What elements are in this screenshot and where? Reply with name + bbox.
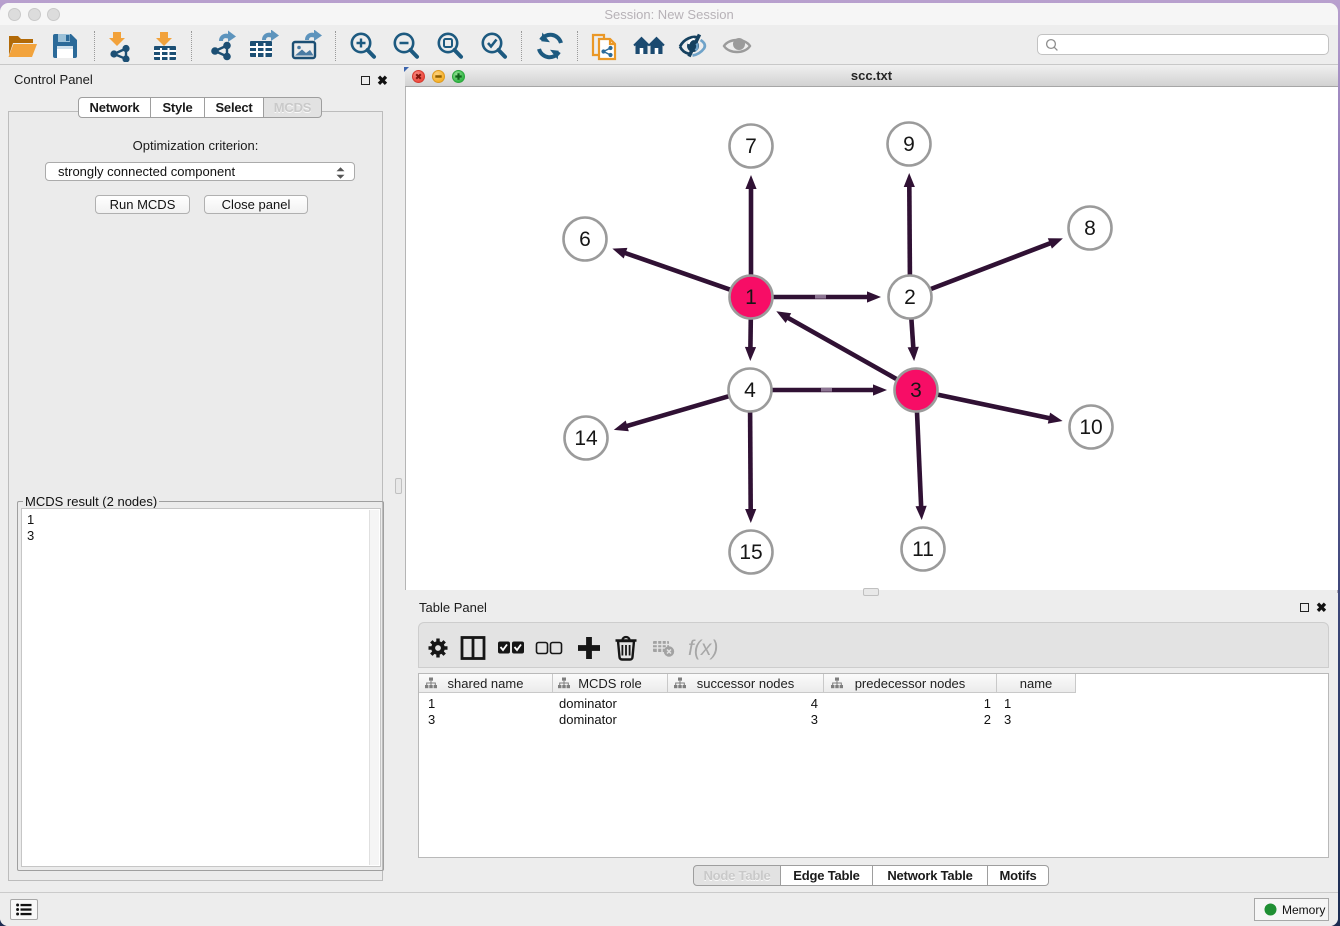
svg-text:10: 10 [1079, 416, 1102, 439]
svg-text:1: 1 [745, 286, 757, 309]
svg-text:3: 3 [910, 379, 922, 402]
svg-text:7: 7 [745, 135, 757, 158]
svg-text:15: 15 [739, 541, 762, 564]
svg-text:f(x): f(x) [688, 637, 718, 660]
svg-text:6: 6 [579, 228, 591, 251]
svg-text:2: 2 [904, 286, 916, 309]
svg-text:11: 11 [912, 538, 934, 561]
svg-text:14: 14 [574, 427, 598, 450]
svg-text:8: 8 [1084, 217, 1096, 240]
svg-text:4: 4 [744, 379, 756, 402]
svg-text:9: 9 [903, 133, 915, 156]
